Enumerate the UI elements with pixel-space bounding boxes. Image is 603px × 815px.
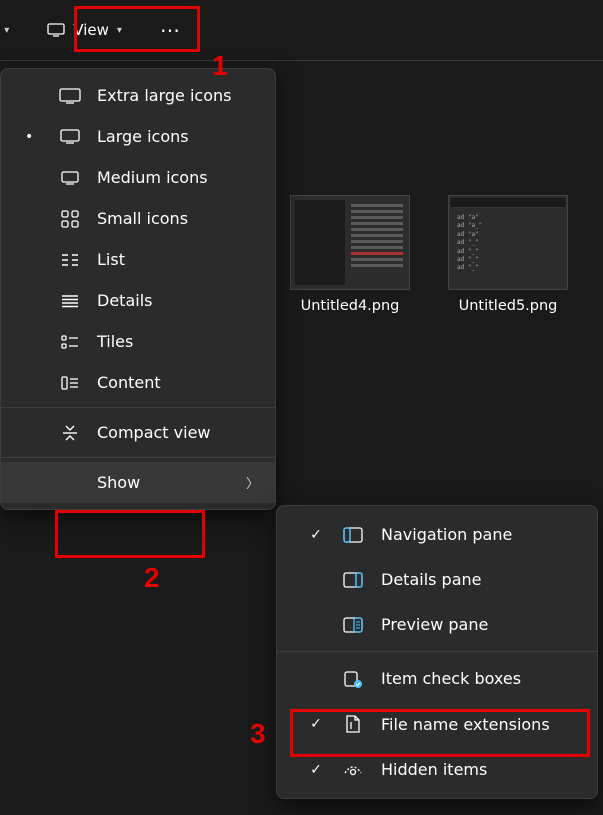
check-icon: ✓ — [307, 716, 325, 732]
menu-item-label: Content — [97, 373, 161, 392]
annotation-label-3: 3 — [250, 718, 266, 750]
submenu-item-check-boxes[interactable]: Item check boxes — [277, 656, 597, 701]
ellipsis-icon: ⋯ — [160, 18, 182, 42]
menu-item-list[interactable]: List — [1, 239, 275, 280]
show-submenu: ✓ Navigation pane Details pane Preview p… — [276, 505, 598, 799]
file-name: Untitled4.png — [301, 298, 400, 314]
file-item[interactable]: ad "a" ad "a_" ad "a" ad "_" ad "_" ad "… — [438, 195, 578, 314]
monitor-xl-icon — [59, 88, 81, 104]
submenu-item-label: Preview pane — [381, 615, 488, 634]
menu-item-label: Large icons — [97, 127, 189, 146]
submenu-item-label: Navigation pane — [381, 525, 512, 544]
submenu-item-label: File name extensions — [381, 715, 550, 734]
menu-item-label: Tiles — [97, 332, 133, 351]
menu-item-label: List — [97, 250, 125, 269]
menu-item-tiles[interactable]: Tiles — [1, 321, 275, 362]
check-icon: ✓ — [307, 762, 325, 778]
sort-dropdown[interactable]: ort ▾ — [0, 15, 19, 45]
submenu-item-label: Hidden items — [381, 760, 487, 779]
menu-separator — [1, 407, 275, 408]
view-context-menu: Extra large icons Large icons Medium ico… — [0, 68, 276, 510]
chevron-right-icon: 〉 — [246, 473, 259, 492]
previewpane-icon — [341, 617, 365, 633]
submenu-item-navigation-pane[interactable]: ✓ Navigation pane — [277, 512, 597, 557]
menu-item-content[interactable]: Content — [1, 362, 275, 403]
menu-item-label: Medium icons — [97, 168, 208, 187]
more-button[interactable]: ⋯ — [150, 12, 192, 48]
monitor-lg-icon — [59, 129, 81, 144]
submenu-item-hidden-items[interactable]: ✓ Hidden items — [277, 747, 597, 792]
eye-icon — [341, 763, 365, 777]
annotation-label-2: 2 — [144, 562, 160, 594]
menu-item-small-icons[interactable]: Small icons — [1, 198, 275, 239]
menu-item-label: Details — [97, 291, 152, 310]
detailpane-icon — [341, 572, 365, 588]
tiles-icon — [59, 335, 81, 349]
submenu-item-label: Item check boxes — [381, 669, 521, 688]
submenu-separator — [277, 651, 597, 652]
file-ext-icon — [341, 714, 365, 734]
menu-item-extra-large-icons[interactable]: Extra large icons — [1, 75, 275, 116]
list-icon — [59, 253, 81, 267]
file-thumbnail: ad "a" ad "a_" ad "a" ad "_" ad "_" ad "… — [448, 195, 568, 290]
file-thumbnail — [290, 195, 410, 290]
grid-icon — [59, 210, 81, 228]
checkbox-icon — [341, 670, 365, 688]
monitor-icon — [47, 23, 65, 37]
menu-item-large-icons[interactable]: Large icons — [1, 116, 275, 157]
annotation-box-2 — [55, 510, 205, 558]
menu-item-label: Show — [97, 473, 140, 492]
content-icon — [59, 376, 81, 390]
submenu-item-label: Details pane — [381, 570, 482, 589]
menu-separator — [1, 457, 275, 458]
compact-icon — [59, 425, 81, 441]
file-name: Untitled5.png — [459, 298, 558, 314]
command-bar: ort ▾ View ▾ ⋯ — [0, 10, 192, 50]
chevron-down-icon: ▾ — [117, 25, 122, 36]
menu-item-label: Small icons — [97, 209, 188, 228]
submenu-item-details-pane[interactable]: Details pane — [277, 557, 597, 602]
toolbar-divider — [0, 60, 603, 61]
file-item[interactable]: Untitled4.png — [280, 195, 420, 314]
menu-item-show[interactable]: Show 〉 — [1, 462, 275, 503]
details-icon — [59, 294, 81, 308]
submenu-item-preview-pane[interactable]: Preview pane — [277, 602, 597, 647]
menu-item-details[interactable]: Details — [1, 280, 275, 321]
submenu-item-file-extensions[interactable]: ✓ File name extensions — [277, 701, 597, 747]
menu-item-label: Extra large icons — [97, 86, 231, 105]
view-dropdown[interactable]: View ▾ — [37, 15, 132, 45]
menu-item-medium-icons[interactable]: Medium icons — [1, 157, 275, 198]
navpane-icon — [341, 527, 365, 543]
chevron-down-icon: ▾ — [4, 25, 9, 36]
check-icon: ✓ — [307, 527, 325, 543]
monitor-md-icon — [59, 171, 81, 185]
menu-item-label: Compact view — [97, 423, 211, 442]
view-label: View — [73, 21, 109, 39]
menu-item-compact-view[interactable]: Compact view — [1, 412, 275, 453]
